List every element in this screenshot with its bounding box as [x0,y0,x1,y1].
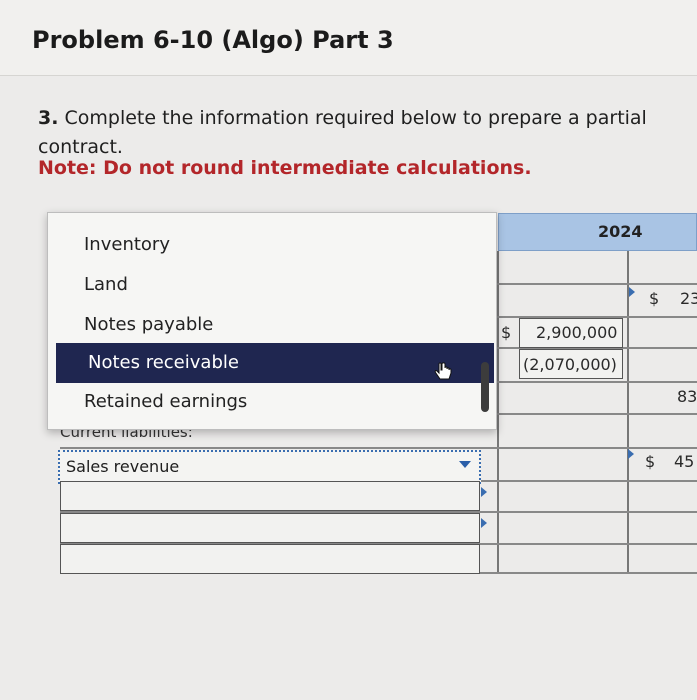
dropdown-item-label: Land [84,274,128,295]
dropdown-item-label: Inventory [84,234,170,255]
dropdown-item-land[interactable]: Land [48,265,490,305]
grid-line [60,447,697,449]
dropdown-item-notes-payable[interactable]: Notes payable [48,305,490,345]
amount-cell-partial: 45 [674,452,695,471]
input-marker-icon [628,449,634,459]
question-line-1: Complete the information required below … [64,107,647,129]
dropdown-list[interactable]: Inventory Land Notes payable Notes recei… [47,212,497,430]
dollar-sign: $ [649,289,660,308]
grid-line [497,283,697,285]
dollar-sign: $ [501,323,512,342]
amount-value: 2,900,000 [536,323,618,342]
question-line-2: contract. [38,136,123,158]
dropdown-item-inventory[interactable]: Inventory [48,225,490,265]
amount-cell-partial: 23 [680,289,697,308]
dropdown-item-notes-receivable[interactable]: Notes receivable [56,343,494,383]
year-header: 2024 [598,222,643,241]
grid-line [627,251,629,573]
dollar-sign: $ [645,452,656,471]
section-label-current-liabilities: Current liabilities: [60,428,193,441]
account-select-empty[interactable] [60,481,480,511]
question-text: 3. Complete the information required bel… [38,104,697,162]
dropdown-item-label: Retained earnings [84,391,248,412]
input-marker-icon [629,287,635,297]
account-select-empty[interactable] [60,513,480,543]
page-title: Problem 6-10 (Algo) Part 3 [32,26,394,54]
grid-line [497,413,697,415]
chevron-down-icon[interactable] [459,461,471,468]
input-marker-icon [481,518,487,528]
amount-cell-partial: 83 [677,387,697,406]
account-select-value: Sales revenue [66,457,180,476]
question-number: 3. [38,107,59,129]
input-marker-icon [481,487,487,497]
dropdown-item-label: Notes receivable [88,352,239,373]
dropdown-scrollbar[interactable] [481,362,489,412]
grid-line [497,251,499,573]
account-select-empty[interactable] [60,544,480,574]
dropdown-item-label: Notes payable [84,314,214,335]
grid-line [497,381,697,383]
amount-value: (2,070,000) [523,355,617,374]
dropdown-item-retained-earnings[interactable]: Retained earnings [48,382,490,422]
hand-cursor-icon [434,362,452,380]
note-text: Note: Do not round intermediate calculat… [38,157,532,179]
